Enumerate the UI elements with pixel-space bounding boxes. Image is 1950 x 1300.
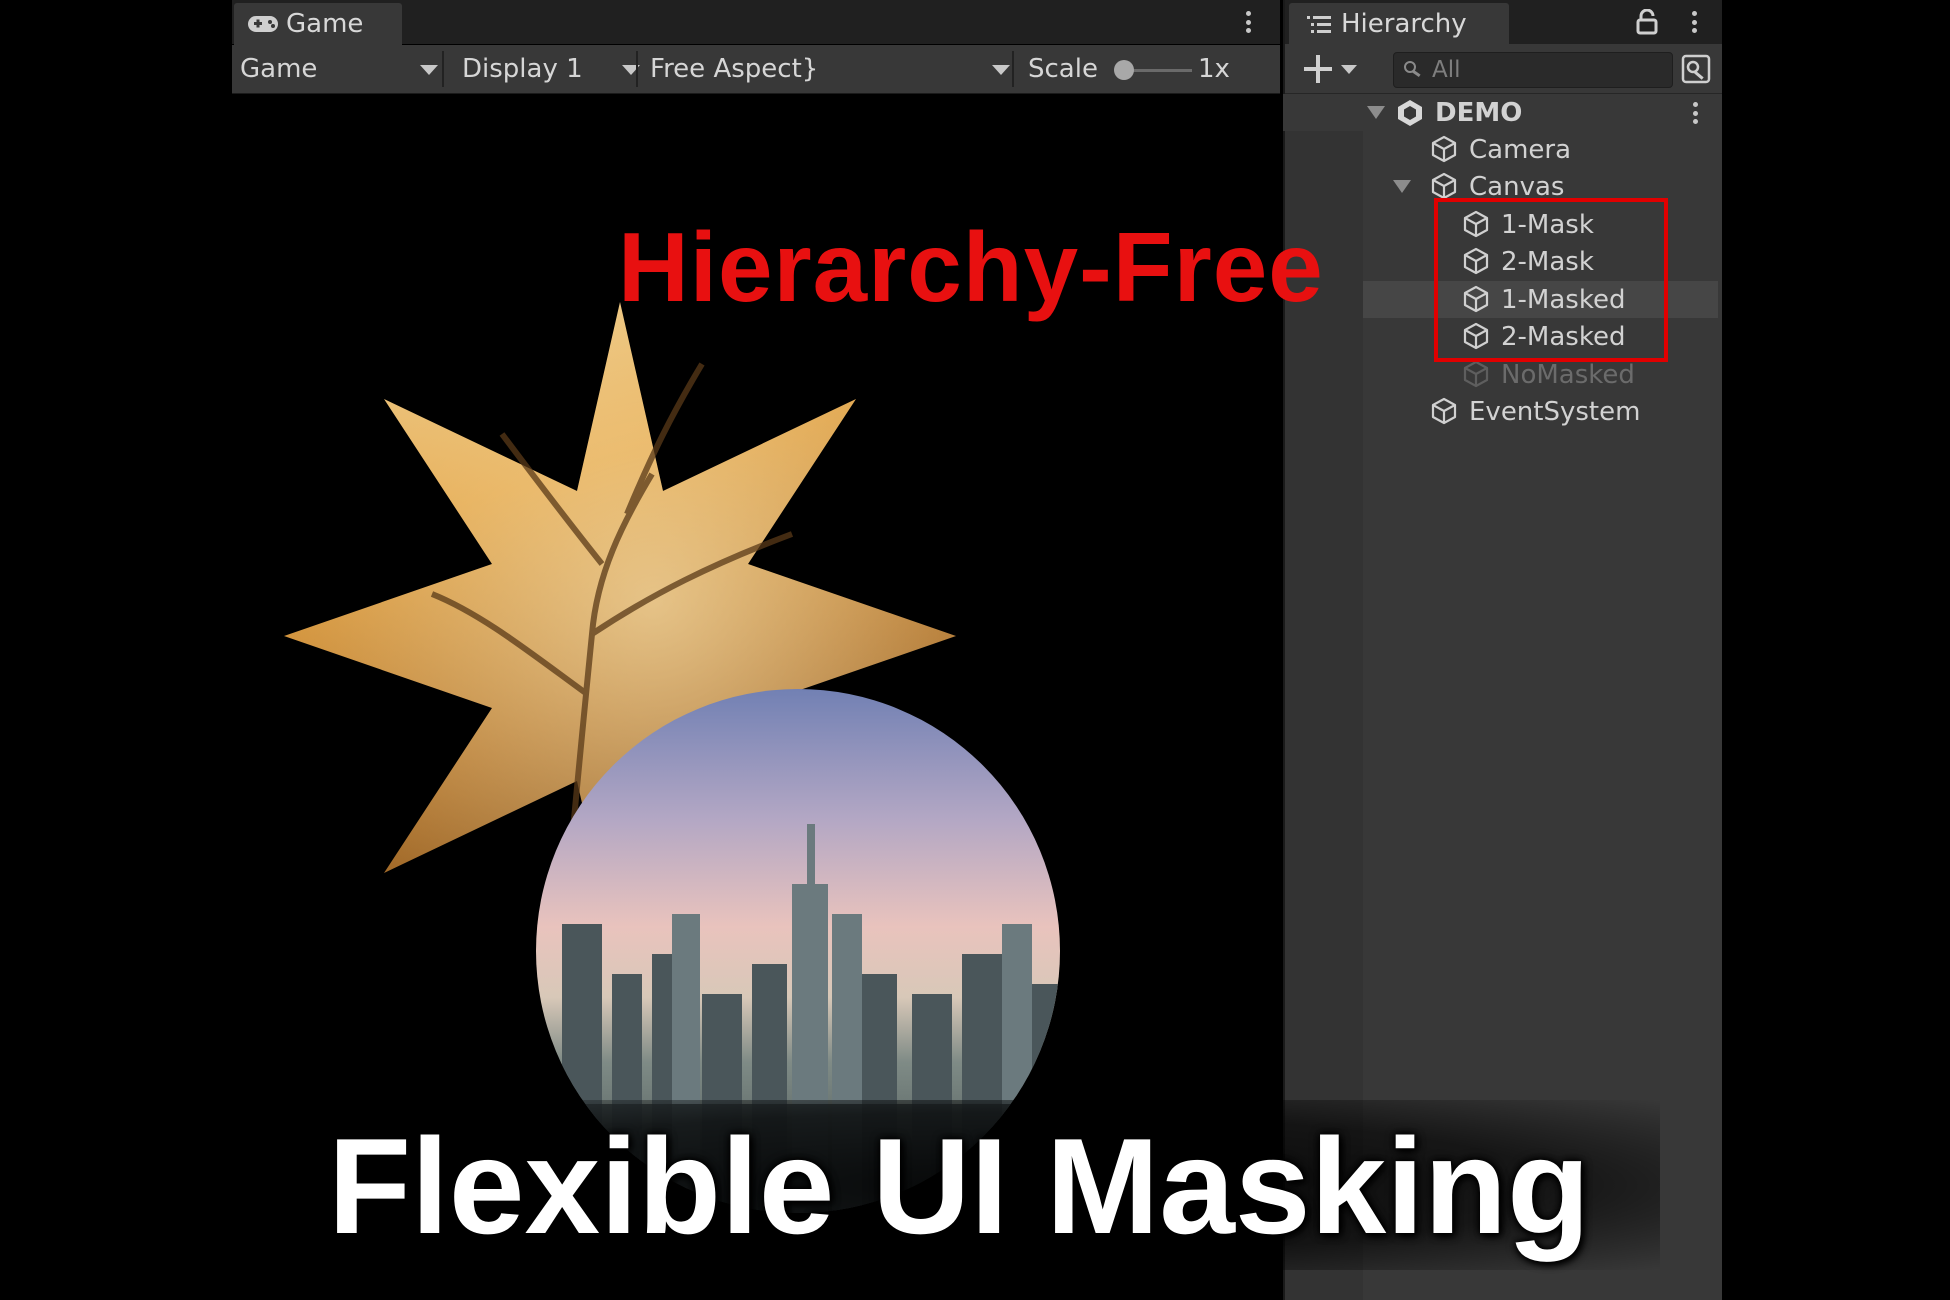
- main-title: Flexible UI Masking: [328, 1110, 1591, 1262]
- scene-visibility-icon[interactable]: [1679, 52, 1713, 86]
- unity-scene-icon: [1398, 100, 1422, 126]
- gamepad-icon: [248, 16, 278, 32]
- game-menu-kebab-icon[interactable]: [1246, 11, 1252, 33]
- toolbar-divider: [442, 51, 444, 87]
- scale-slider-handle[interactable]: [1114, 60, 1134, 80]
- chevron-down-icon[interactable]: [1393, 180, 1411, 193]
- chevron-down-icon: [420, 65, 438, 75]
- hierarchy-item-eventsystem[interactable]: EventSystem: [1363, 393, 1718, 430]
- aspect-dropdown[interactable]: Free Aspect }: [650, 45, 1020, 93]
- tab-game[interactable]: Game: [234, 3, 402, 45]
- search-placeholder: All: [1432, 57, 1461, 83]
- hierarchy-item-label: Canvas: [1469, 171, 1565, 202]
- chevron-down-icon: [992, 65, 1010, 75]
- search-icon: [1404, 61, 1421, 78]
- scale-value: 1x: [1198, 54, 1230, 84]
- aspect-label: Free Aspect: [650, 54, 802, 84]
- hierarchy-item-label: Camera: [1469, 134, 1572, 165]
- hierarchy-menu-kebab-icon[interactable]: [1692, 11, 1698, 33]
- toolbar-divider: [1012, 51, 1014, 87]
- add-icon[interactable]: [1301, 52, 1335, 86]
- hierarchy-item-label: NoMasked: [1501, 359, 1635, 390]
- chevron-down-icon[interactable]: [1341, 65, 1357, 74]
- gameobject-cube-icon: [1429, 134, 1459, 164]
- scene-menu-kebab-icon[interactable]: [1693, 102, 1699, 124]
- gameobject-cube-icon: [1429, 171, 1459, 201]
- hierarchy-item-camera[interactable]: Camera: [1363, 131, 1718, 168]
- hierarchy-item-label: EventSystem: [1469, 396, 1641, 427]
- game-mode-dropdown[interactable]: Game: [240, 45, 438, 93]
- scene-label: DEMO: [1435, 97, 1523, 128]
- list-icon: [1307, 16, 1331, 33]
- hierarchy-tabbar: Hierarchy: [1285, 0, 1722, 45]
- lock-icon[interactable]: [1635, 9, 1659, 35]
- game-toolbar: Game Display 1 Free Aspect } Scale 1x: [232, 45, 1280, 94]
- game-mode-label: Game: [240, 54, 318, 84]
- gameobject-cube-icon: [1429, 396, 1459, 426]
- display-dropdown[interactable]: Display 1: [462, 45, 642, 93]
- scene-row-demo[interactable]: DEMO: [1283, 94, 1720, 131]
- scale-label: Scale: [1028, 54, 1098, 84]
- highlight-box: [1434, 198, 1668, 362]
- tab-hierarchy[interactable]: Hierarchy: [1289, 3, 1509, 45]
- chevron-down-icon[interactable]: [1367, 106, 1385, 119]
- gameobject-cube-icon: [1461, 359, 1491, 389]
- display-label: Display 1: [462, 54, 583, 84]
- hierarchy-toolbar: All: [1285, 45, 1722, 94]
- hierarchy-free-title: Hierarchy-Free: [618, 212, 1324, 322]
- toolbar-divider: [636, 51, 638, 87]
- tab-hierarchy-label: Hierarchy: [1341, 9, 1467, 39]
- search-input[interactable]: All: [1393, 52, 1673, 88]
- game-tabbar: Game: [232, 0, 1280, 45]
- tab-game-label: Game: [286, 9, 364, 39]
